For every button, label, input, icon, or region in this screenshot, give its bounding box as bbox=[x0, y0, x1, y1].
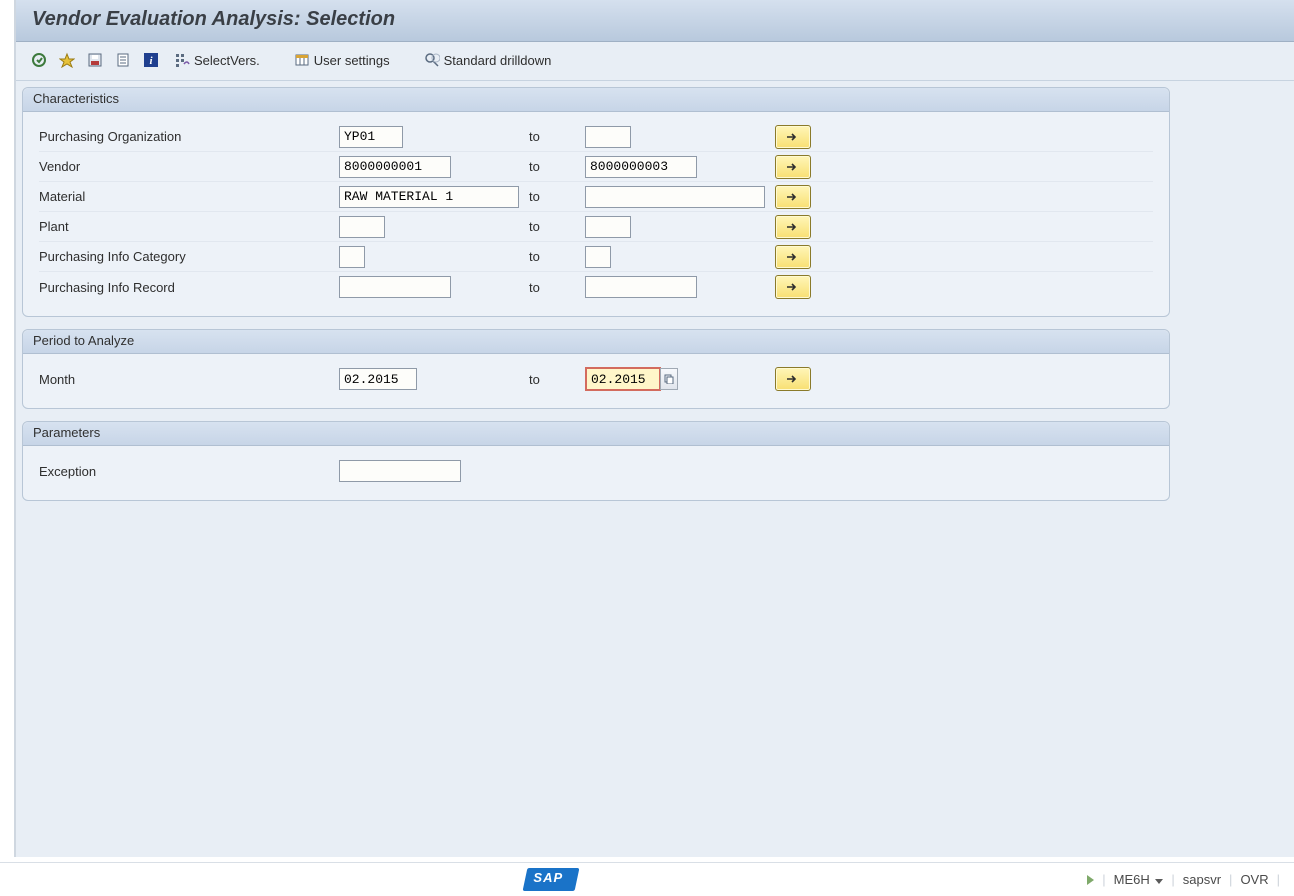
label-plant: Plant bbox=[39, 219, 339, 234]
play-icon[interactable] bbox=[1087, 875, 1094, 885]
input-info-cat-from[interactable] bbox=[339, 246, 365, 268]
multisel-info-cat[interactable] bbox=[775, 245, 811, 269]
to-label: to bbox=[529, 372, 585, 387]
label-month: Month bbox=[39, 372, 339, 387]
label-material: Material bbox=[39, 189, 339, 204]
input-info-rec-from[interactable] bbox=[339, 276, 451, 298]
group-period-title: Period to Analyze bbox=[23, 330, 1169, 354]
multisel-plant[interactable] bbox=[775, 215, 811, 239]
title-bar: Vendor Evaluation Analysis: Selection bbox=[16, 0, 1294, 42]
group-characteristics: Characteristics Purchasing Organization … bbox=[22, 87, 1170, 317]
group-parameters: Parameters Exception bbox=[22, 421, 1170, 501]
multisel-vendor[interactable] bbox=[775, 155, 811, 179]
standard-drilldown-label: Standard drilldown bbox=[444, 53, 552, 68]
status-bar: SAP | ME6H | sapsvr | OVR | bbox=[0, 862, 1294, 896]
user-settings-label: User settings bbox=[314, 53, 390, 68]
input-month-from[interactable] bbox=[339, 368, 417, 390]
status-mode: OVR bbox=[1240, 872, 1268, 887]
variant-icon[interactable] bbox=[56, 50, 78, 70]
multisel-info-rec[interactable] bbox=[775, 275, 811, 299]
multisel-month[interactable] bbox=[775, 367, 811, 391]
user-settings-button[interactable]: User settings bbox=[288, 51, 396, 69]
input-purch-org-to[interactable] bbox=[585, 126, 631, 148]
label-info-rec: Purchasing Info Record bbox=[39, 280, 339, 295]
input-vendor-to[interactable] bbox=[585, 156, 697, 178]
to-label: to bbox=[529, 129, 585, 144]
row-plant: Plant to bbox=[39, 212, 1153, 242]
row-month: Month to bbox=[39, 364, 1153, 394]
execute-icon[interactable] bbox=[28, 50, 50, 70]
input-plant-from[interactable] bbox=[339, 216, 385, 238]
group-period: Period to Analyze Month to bbox=[22, 329, 1170, 409]
input-purch-org-from[interactable] bbox=[339, 126, 403, 148]
save-icon[interactable] bbox=[84, 50, 106, 70]
multisel-material[interactable] bbox=[775, 185, 811, 209]
input-month-to[interactable] bbox=[587, 369, 659, 389]
toolbar: i SelectVers. User settings Standard dri… bbox=[16, 42, 1294, 81]
row-vendor: Vendor to bbox=[39, 152, 1153, 182]
label-purch-org: Purchasing Organization bbox=[39, 129, 339, 144]
input-plant-to[interactable] bbox=[585, 216, 631, 238]
input-exception[interactable] bbox=[339, 460, 461, 482]
input-material-from[interactable] bbox=[339, 186, 519, 208]
status-server: sapsvr bbox=[1183, 872, 1221, 887]
group-parameters-title: Parameters bbox=[23, 422, 1169, 446]
label-vendor: Vendor bbox=[39, 159, 339, 174]
input-info-cat-to[interactable] bbox=[585, 246, 611, 268]
row-exception: Exception bbox=[39, 456, 1153, 486]
to-label: to bbox=[529, 249, 585, 264]
input-info-rec-to[interactable] bbox=[585, 276, 697, 298]
row-info-cat: Purchasing Info Category to bbox=[39, 242, 1153, 272]
focus-frame bbox=[585, 367, 661, 391]
row-material: Material to bbox=[39, 182, 1153, 212]
select-vers-button[interactable]: SelectVers. bbox=[168, 51, 266, 69]
multisel-purch-org[interactable] bbox=[775, 125, 811, 149]
standard-drilldown-button[interactable]: Standard drilldown bbox=[418, 51, 558, 69]
dropdown-caret-icon bbox=[1155, 879, 1163, 884]
label-exception: Exception bbox=[39, 464, 339, 479]
new-doc-icon[interactable] bbox=[112, 50, 134, 70]
group-characteristics-title: Characteristics bbox=[23, 88, 1169, 112]
input-material-to[interactable] bbox=[585, 186, 765, 208]
to-label: to bbox=[529, 219, 585, 234]
status-tcode[interactable]: ME6H bbox=[1114, 872, 1164, 887]
row-purch-org: Purchasing Organization to bbox=[39, 122, 1153, 152]
input-vendor-from[interactable] bbox=[339, 156, 451, 178]
label-info-cat: Purchasing Info Category bbox=[39, 249, 339, 264]
f4-help-icon[interactable] bbox=[660, 368, 678, 390]
page-title: Vendor Evaluation Analysis: Selection bbox=[32, 8, 395, 30]
to-label: to bbox=[529, 159, 585, 174]
to-label: to bbox=[529, 189, 585, 204]
to-label: to bbox=[529, 280, 585, 295]
info-icon[interactable]: i bbox=[140, 50, 162, 70]
select-vers-label: SelectVers. bbox=[194, 53, 260, 68]
row-info-rec: Purchasing Info Record to bbox=[39, 272, 1153, 302]
sap-logo: SAP bbox=[522, 868, 579, 891]
